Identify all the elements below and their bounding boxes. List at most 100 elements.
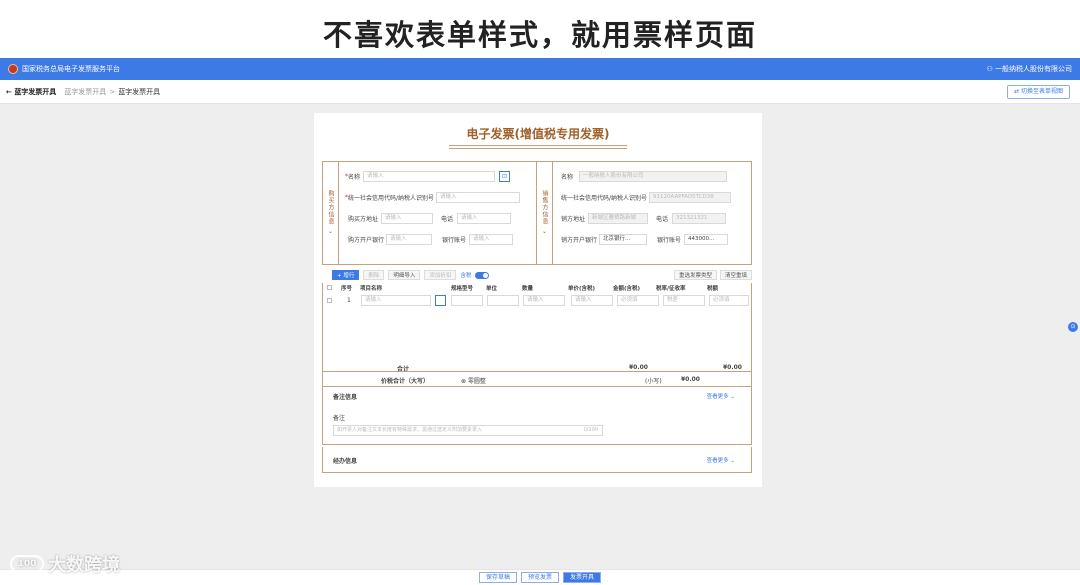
remarks-section: 备注信息 查看更多 ⌄ 备注 如开票人对备注文本长度有特殊需求，需通过选定义附加… — [322, 387, 752, 445]
seller-address-label: 销方地址 — [561, 216, 586, 223]
top-bar: 国家税务总局电子发票服务平台 ⚇ 一般纳税人股份有限公司 — [0, 58, 1080, 80]
buyer-tax-label: 统一社会信用代码/纳税人识别号 — [348, 195, 435, 202]
buyer-phone-label: 电话 — [441, 216, 454, 223]
qty-input[interactable]: 请输入 — [523, 295, 565, 306]
seller-address-input: 新城区雁栖路新城 — [588, 213, 649, 224]
price-input[interactable]: 请输入 — [571, 295, 613, 306]
tax-amount-input[interactable]: 必须填 — [709, 295, 749, 306]
buyer-tax-input[interactable]: 请输入 — [436, 192, 521, 203]
invoice-card: 电子发票(增值税专用发票) 购买方信息 ⌄ 销售方信息 ⌄ * 名称 请输入 ⊡ … — [314, 113, 762, 487]
seller-phone-label: 电话 — [656, 216, 669, 223]
price-total-label: 价税合计（大写） — [381, 378, 430, 385]
preview-invoice-button[interactable]: 预览发票 — [520, 572, 559, 583]
col-seq: 序号 — [341, 286, 353, 292]
remark-textarea[interactable]: 如开票人对备注文本长度有特殊需求，需通过选定义附加要素录入 0/200 — [333, 425, 603, 436]
seller-section-toggle[interactable]: 销售方信息 ⌄ — [537, 162, 553, 264]
spec-input[interactable] — [451, 295, 483, 306]
buyer-account-input[interactable]: 请输入 — [469, 234, 514, 245]
item-name-input[interactable]: 请输入 — [361, 295, 431, 306]
col-amount: 金额(含税) — [613, 286, 641, 292]
row-seq: 1 — [347, 297, 351, 304]
remarks-more-link[interactable]: 查看更多 ⌄ — [707, 392, 735, 400]
app-screen: 国家税务总局电子发票服务平台 ⚇ 一般纳税人股份有限公司 ← 蓝字发票开具 蓝字… — [0, 58, 1080, 585]
price-total-small: ¥0.00 — [681, 376, 700, 383]
title-underline — [449, 148, 627, 149]
item-picker-icon[interactable] — [435, 295, 446, 306]
table-row: 1 请输入 请输入 请输入 必须填 税差 必须填 — [323, 295, 751, 307]
tax-inclusive-label: 含税 — [460, 273, 472, 279]
buyer-account-label: 银行账号 — [442, 237, 467, 244]
price-total-row: 价税合计（大写） ⊗ 零圆整 (小写) ¥0.00 — [322, 371, 752, 387]
col-spec: 规格型号 — [451, 286, 474, 292]
buyer-name-input[interactable]: 请输入 — [363, 171, 496, 182]
delete-row-button[interactable]: 删除 — [363, 270, 385, 280]
reselect-type-button[interactable]: 重选发票类型 — [673, 270, 717, 280]
party-section: 购买方信息 ⌄ 销售方信息 ⌄ * 名称 请输入 ⊡ * 统一社会信用代码/纳税人识… — [322, 161, 752, 265]
save-draft-button[interactable]: 保存草稿 — [478, 572, 517, 583]
select-all-checkbox[interactable] — [327, 285, 332, 290]
buyer-section-toggle[interactable]: 购买方信息 ⌄ — [323, 162, 339, 264]
buyer-address-label: 购买方地址 — [348, 216, 379, 223]
switch-view-button[interactable]: ⇄ 切换至表单视图 — [1007, 85, 1070, 99]
col-qty: 数量 — [522, 286, 534, 292]
tax-emblem-icon — [8, 64, 18, 74]
totals-tax: ¥0.00 — [723, 364, 742, 371]
remark-counter: 0/200 — [583, 427, 598, 433]
items-table: 序号 项目名称 规格型号 单位 数量 单价(含税) 金额(含税) 税率/征收率 … — [322, 283, 752, 371]
back-arrow-icon: ← — [6, 87, 12, 96]
seller-bank-select[interactable]: 北京银行... — [599, 234, 648, 245]
remark-placeholder: 如开票人对备注文本长度有特殊需求，需通过选定义附加要素录入 — [337, 427, 483, 433]
totals-amount: ¥0.00 — [629, 364, 648, 371]
breadcrumb-current: 蓝字发票开具 — [118, 87, 161, 96]
agent-section: 经办信息 查看更多 ⌄ — [322, 447, 752, 473]
watermark: 100 大数跨境 — [10, 551, 120, 577]
platform-title: 国家税务总局电子发票服务平台 — [22, 65, 120, 73]
agent-more-link[interactable]: 查看更多 ⌄ — [707, 456, 735, 464]
table-header: 序号 项目名称 规格型号 单位 数量 单价(含税) 金额(含税) 税率/征收率 … — [323, 283, 751, 293]
seller-account-select[interactable]: 443000... — [684, 234, 729, 245]
bottom-action-bar: 保存草稿 预览发票 发票开具 — [0, 569, 1080, 585]
col-tax: 税额 — [707, 286, 719, 292]
col-rate: 税率/征收率 — [656, 286, 686, 292]
items-toolbar: + 增行 删除 明细导入 添加折扣 含税 重选发票类型 清空重填 — [332, 269, 752, 281]
col-unit: 单位 — [486, 286, 498, 292]
buyer-name-label: 名称 — [348, 174, 361, 181]
watermark-text: 大数跨境 — [48, 555, 120, 576]
col-name: 项目名称 — [360, 286, 383, 292]
add-discount-button[interactable]: 添加折扣 — [424, 270, 457, 280]
amount-input[interactable]: 必须填 — [617, 295, 659, 306]
add-row-button[interactable]: + 增行 — [332, 270, 360, 280]
slide-title: 不喜欢表单样式，就用票样页面 — [322, 18, 757, 52]
price-total-words: ⊗ 零圆整 — [461, 378, 486, 385]
tax-rate-select[interactable]: 税差 — [663, 295, 705, 306]
col-price: 单价(含税) — [568, 286, 596, 292]
buyer-lookup-icon[interactable]: ⊡ — [499, 171, 511, 182]
issue-invoice-button[interactable]: 发票开具 — [563, 572, 602, 583]
help-float-icon[interactable]: ⊙ — [1068, 322, 1078, 332]
remarks-title: 备注信息 — [333, 394, 358, 401]
title-underline — [449, 145, 627, 146]
back-link[interactable]: ← 蓝字发票开具 — [6, 87, 56, 97]
agent-title: 经办信息 — [333, 458, 358, 465]
seller-name-input: 一般纳税人股份有限公司 — [579, 171, 728, 182]
import-details-button[interactable]: 明细导入 — [388, 270, 421, 280]
seller-tax-input: 91120AAPFAD5TCD38 — [649, 192, 732, 203]
watermark-logo-icon: 100 — [10, 555, 44, 573]
seller-phone-input: 321321321 — [672, 213, 727, 224]
clear-form-button[interactable]: 清空重填 — [719, 270, 752, 280]
remark-label: 备注 — [333, 415, 346, 422]
buyer-phone-input[interactable]: 请输入 — [457, 213, 512, 224]
buyer-bank-input[interactable]: 请输入 — [386, 234, 433, 245]
breadcrumb-item[interactable]: 蓝字发票开具 — [64, 87, 106, 97]
invoice-title: 电子发票(增值税专用发票) — [466, 127, 610, 141]
unit-input[interactable] — [487, 295, 519, 306]
breadcrumb: ← 蓝字发票开具 蓝字发票开具 > 蓝字发票开具 ⇄ 切换至表单视图 — [0, 80, 1080, 104]
tax-inclusive-toggle[interactable] — [475, 271, 490, 279]
buyer-address-input[interactable]: 请输入 — [381, 213, 434, 224]
price-total-small-label: (小写) — [645, 378, 662, 385]
seller-bank-label: 销方开户银行 — [561, 237, 598, 244]
row-checkbox[interactable] — [327, 298, 332, 303]
company-name[interactable]: ⚇ 一般纳税人股份有限公司 — [986, 64, 1072, 74]
seller-tax-label: 统一社会信用代码/纳税人识别号 — [561, 195, 648, 202]
seller-account-label: 银行账号 — [657, 237, 682, 244]
